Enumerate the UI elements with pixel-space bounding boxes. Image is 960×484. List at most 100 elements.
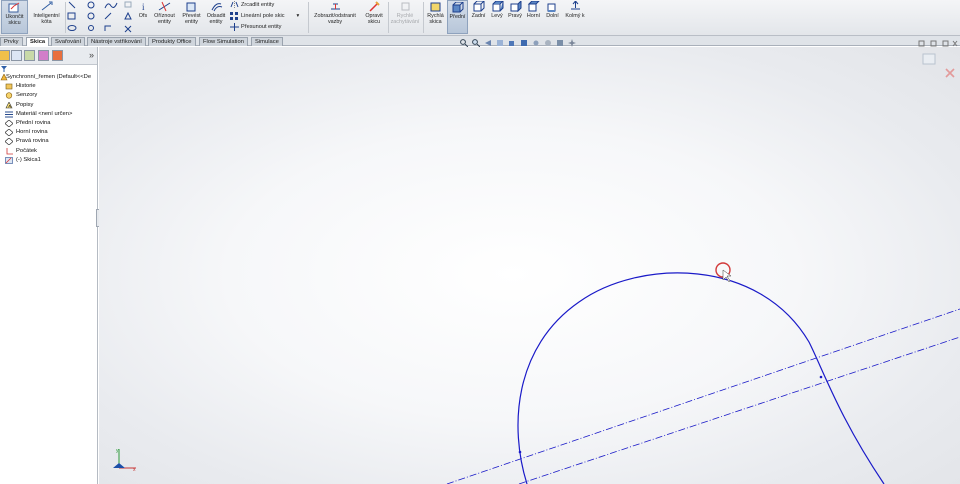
tab-mold-tools[interactable]: Nástroje vstřikování [87, 37, 146, 46]
sketch-centerline[interactable] [446, 308, 960, 484]
viewport-maximize-icon[interactable] [942, 40, 949, 47]
sketch-arc[interactable] [517, 272, 885, 484]
tree-item-front-plane[interactable]: Přední rovina [0, 119, 97, 128]
section-view-icon[interactable] [496, 39, 504, 47]
zoom-to-area-icon[interactable] [472, 39, 481, 48]
hide-show-items-icon[interactable] [532, 39, 540, 47]
ribbon-separator [423, 2, 424, 33]
tree-item-annotations[interactable]: A Popisy [0, 101, 97, 110]
dropdown-arrow-icon[interactable]: ▾ [297, 13, 300, 19]
sketch-point[interactable] [518, 450, 522, 454]
bottom-view-icon [547, 3, 556, 12]
edit-appearance-icon[interactable] [544, 39, 552, 47]
property-manager-tab[interactable] [11, 50, 22, 61]
view-back-button[interactable]: Zadní [469, 0, 488, 34]
display-relations-button[interactable]: Zobrazit/odstranit vazby [310, 0, 360, 34]
tab-sketch[interactable]: Skica [26, 37, 50, 46]
smart-dimension-button[interactable]: Inteligentní kóta [30, 0, 63, 34]
material-icon [5, 111, 13, 118]
rapid-sketch-button[interactable]: Rychlá skica [425, 0, 446, 34]
view-orientation-icon[interactable] [508, 39, 516, 47]
command-manager-ribbon: Ukončit skicu Inteligentní kóta i Ofs Oř… [0, 0, 960, 36]
tab-simulation[interactable]: Simulace [251, 37, 283, 46]
smart-dimension-label: Inteligentní kóta [33, 13, 60, 25]
filter-icon[interactable] [1, 66, 7, 72]
tab-office-products[interactable]: Produkty Office [148, 37, 196, 46]
previous-view-icon[interactable] [484, 39, 492, 47]
triad-arrow [113, 463, 125, 468]
display-style-icon[interactable] [520, 39, 528, 47]
view-top-label: Horní [526, 13, 541, 19]
view-normal-to-button[interactable]: Kolmý k [563, 0, 587, 34]
view-left-button[interactable]: Levý [488, 0, 506, 34]
view-front-label: Přední [449, 14, 466, 20]
convert-entities-icon [186, 2, 196, 12]
quick-snaps-icon [401, 2, 409, 11]
offset-button[interactable]: i Ofs [136, 0, 150, 34]
sketch-tools-grid[interactable] [67, 1, 135, 34]
sensors-icon [5, 92, 13, 99]
tab-flow-simulation[interactable]: Flow Simulation [199, 37, 248, 46]
sketch-centerline[interactable] [518, 336, 960, 484]
collapse-arrow-icon[interactable]: » [89, 50, 94, 60]
graphics-area[interactable]: x y [99, 47, 960, 484]
configuration-manager-tab[interactable] [24, 50, 35, 61]
move-entities-item[interactable]: Přesunout entity [230, 23, 281, 31]
tree-item-label: Senzory [16, 92, 38, 99]
tree-item-sketch1[interactable]: (-) Skica1 [0, 156, 97, 165]
zoom-to-fit-icon[interactable] [460, 39, 469, 48]
tree-item-right-plane[interactable]: Pravá rovina [0, 137, 97, 146]
quick-snaps-button[interactable]: Rychlé zachytávání [390, 0, 420, 34]
display-manager-tab[interactable] [52, 50, 63, 61]
tree-item-history[interactable]: Historie [0, 82, 97, 91]
offset-entities-button[interactable]: Odsadit entity [204, 0, 228, 34]
feature-manager-panel: » Synchronní_řemen (Default<<De Historie… [0, 47, 98, 484]
sketch-canvas[interactable]: x y [99, 47, 960, 484]
tree-item-top-plane[interactable]: Horní rovina [0, 128, 97, 137]
viewport-window-controls[interactable] [918, 40, 958, 48]
view-right-button[interactable]: Pravý [506, 0, 524, 34]
tree-item-label: Počátek [16, 147, 37, 154]
mirror-entities-label: Zrcadlit entity [241, 2, 275, 8]
relations-icon [330, 3, 340, 10]
convert-entities-button[interactable]: Převést entity [179, 0, 204, 34]
tree-item-origin[interactable]: Počátek [0, 147, 97, 156]
viewport-close-icon[interactable] [952, 40, 958, 47]
feature-manager-tab[interactable] [0, 50, 10, 61]
view-left-label: Levý [491, 13, 503, 19]
tab-features[interactable]: Prvky [0, 37, 23, 46]
confirmation-corner[interactable] [922, 53, 955, 78]
tree-item-sensors[interactable]: Senzory [0, 91, 97, 100]
annotations-icon: A [5, 101, 13, 108]
view-settings-icon[interactable] [568, 39, 576, 47]
cancel-sketch-icon[interactable] [945, 68, 955, 78]
view-bottom-button[interactable]: Dolní [543, 0, 562, 34]
repair-sketch-button[interactable]: Opravit skicu [362, 0, 386, 34]
apply-scene-icon[interactable] [556, 39, 564, 47]
exit-sketch-button[interactable]: Ukončit skicu [1, 0, 28, 34]
tree-item-material[interactable]: Materiál <není určen> [0, 110, 97, 119]
linear-pattern-item[interactable]: Lineární pole skic ▾ [230, 12, 299, 20]
tree-item-label: Materiál <není určen> [16, 110, 73, 117]
viewport-restore-icon[interactable] [930, 40, 937, 47]
top-view-icon [527, 1, 540, 12]
linear-pattern-icon [230, 12, 238, 20]
dimxpert-manager-tab[interactable] [38, 50, 49, 61]
tab-weldments[interactable]: Svařování [51, 37, 86, 46]
convert-entities-label: Převést entity [182, 13, 201, 25]
viewport-minimize-icon[interactable] [918, 40, 925, 47]
view-front-button[interactable]: Přední [447, 0, 468, 34]
rapid-sketch-label: Rychlá skica [427, 13, 444, 25]
trim-entities-button[interactable]: Oříznout entity [151, 0, 178, 34]
origin-icon [6, 147, 13, 154]
mirror-entities-item[interactable]: Zrcadlit entity [230, 1, 274, 9]
confirm-sketch-icon[interactable] [922, 53, 936, 65]
sketch-point[interactable] [819, 375, 823, 379]
repair-sketch-icon [368, 1, 380, 12]
view-top-button[interactable]: Horní [524, 0, 543, 34]
view-back-label: Zadní [471, 13, 486, 19]
left-view-icon [492, 1, 504, 12]
tree-root-part[interactable]: Synchronní_řemen (Default<<De [0, 73, 97, 82]
normal-to-icon [570, 1, 580, 10]
offset-entities-label: Odsadit entity [206, 13, 226, 25]
